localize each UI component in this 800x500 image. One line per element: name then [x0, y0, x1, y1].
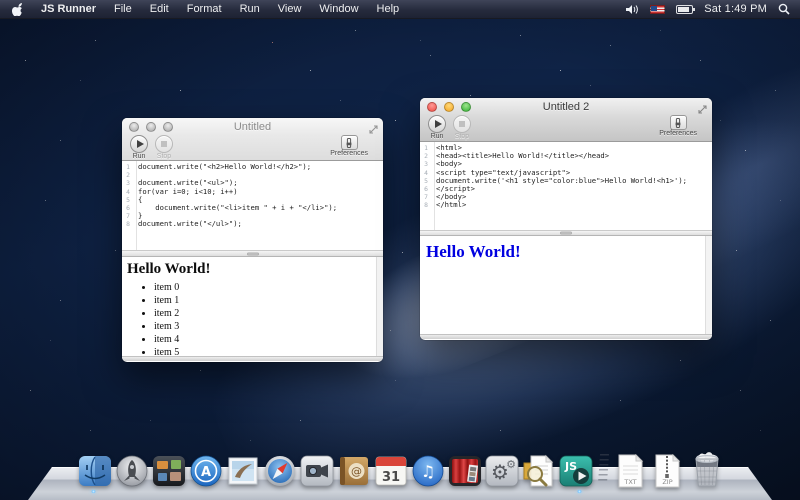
dock-item-facetime[interactable]: [300, 454, 334, 488]
menu-clock[interactable]: Sat 1:49 PM: [704, 3, 767, 15]
dock-item-app-store[interactable]: A: [189, 454, 223, 488]
menu-view[interactable]: View: [269, 3, 311, 15]
battery-icon[interactable]: [676, 5, 693, 14]
code-line: 8</html>: [420, 201, 712, 209]
output-list-item: item 5: [154, 346, 383, 356]
play-icon: [137, 140, 144, 148]
stop-icon: [459, 121, 466, 128]
dock-item-mail[interactable]: [226, 454, 260, 488]
output-heading: Hello World!: [127, 261, 383, 278]
play-icon: [435, 120, 442, 128]
splitter-handle[interactable]: [560, 232, 572, 235]
bottom-bar: [122, 356, 383, 361]
svg-text:A: A: [201, 465, 211, 480]
dock-item-js-runner[interactable]: JS: [559, 454, 593, 488]
menu-bar: JS Runner FileEditFormatRunViewWindowHel…: [0, 0, 800, 19]
code-line: 8document.write("</ul>");: [122, 220, 383, 228]
run-button[interactable]: Run: [130, 135, 148, 160]
menu-list: FileEditFormatRunViewWindowHelp: [105, 3, 408, 15]
running-indicator-js-runner: [577, 490, 582, 493]
spotlight-icon[interactable]: [778, 3, 790, 15]
preferences-button[interactable]: Preferences: [659, 115, 697, 137]
output-heading: Hello World!: [426, 242, 712, 262]
dock-item-zip-archive[interactable]: ZIP: [650, 454, 684, 488]
stop-icon: [161, 141, 168, 148]
switch-icon: [672, 117, 684, 129]
output-pane: Hello World!: [420, 236, 712, 334]
dock-item-preview[interactable]: [522, 454, 556, 488]
window-title: Untitled: [122, 121, 383, 133]
running-indicator-finder: [91, 490, 96, 493]
menu-help[interactable]: Help: [368, 3, 409, 15]
code-editor[interactable]: 1<html>2<head><title>Hello World!</title…: [420, 142, 712, 230]
titlebar[interactable]: Untitled: [122, 118, 383, 135]
scrollbar-track[interactable]: [705, 236, 712, 334]
output-list-item: item 0: [154, 281, 383, 294]
scrollbar-track[interactable]: [376, 257, 383, 356]
output-list-item: item 4: [154, 333, 383, 346]
toolbar: Run Stop Preferences: [122, 135, 383, 161]
apple-menu-icon[interactable]: [10, 0, 32, 18]
dock-item-mission-control[interactable]: [152, 454, 186, 488]
volume-icon[interactable]: [626, 4, 639, 15]
titlebar[interactable]: Untitled 2: [420, 98, 712, 115]
switch-icon: [343, 137, 355, 149]
dock-item-txt-document[interactable]: TXT: [613, 454, 647, 488]
output-list-item: item 3: [154, 320, 383, 333]
window-chrome: Untitled 2 Run Stop Preferences: [420, 98, 712, 142]
input-us-flag-icon[interactable]: [650, 5, 665, 14]
preferences-button[interactable]: Preferences: [330, 135, 368, 157]
dock-item-system-preferences[interactable]: ⚙ ⚙: [485, 454, 519, 488]
code-line: 4for(var i=0; i<10; i++): [122, 188, 383, 196]
code-line: 2<head><title>Hello World!</title></head…: [420, 152, 712, 160]
dock-item-ical[interactable]: 31: [374, 454, 408, 488]
code-line: 1document.write("<h2>Hello World!</h2>")…: [122, 163, 383, 171]
dock-item-launchpad[interactable]: [115, 454, 149, 488]
code-line: 6 document.write("<li>item " + i + "</li…: [122, 204, 383, 212]
bottom-bar: [420, 334, 712, 339]
window-title: Untitled 2: [420, 101, 712, 113]
dock: A @: [28, 448, 772, 500]
svg-text:@: @: [351, 465, 362, 478]
dock-separator: [595, 454, 611, 484]
stop-button: Stop: [453, 115, 471, 140]
svg-text:♫: ♫: [421, 462, 435, 481]
menu-window[interactable]: Window: [310, 3, 367, 15]
output-list-item: item 2: [154, 307, 383, 320]
svg-text:TXT: TXT: [623, 478, 636, 486]
dock-item-trash[interactable]: [687, 450, 727, 488]
dock-item-itunes[interactable]: ♫: [411, 454, 445, 488]
menu-edit[interactable]: Edit: [141, 3, 178, 15]
svg-text:31: 31: [382, 470, 400, 485]
svg-text:⚙: ⚙: [506, 458, 516, 471]
window-untitled-2: Untitled 2 Run Stop Preferences: [420, 98, 712, 340]
window-chrome: Untitled Run Stop Preferences: [122, 118, 383, 161]
splitter-handle[interactable]: [247, 252, 259, 255]
output-list-item: item 1: [154, 294, 383, 307]
toolbar: Run Stop Preferences: [420, 115, 712, 141]
stop-button: Stop: [155, 135, 173, 160]
svg-text:ZIP: ZIP: [662, 478, 672, 486]
menu-format[interactable]: Format: [178, 3, 231, 15]
splitter[interactable]: [122, 250, 383, 257]
app-menu-title[interactable]: JS Runner: [32, 3, 105, 15]
dock-item-safari[interactable]: [263, 454, 297, 488]
output-pane: Hello World! item 0item 1item 2item 3ite…: [122, 257, 383, 356]
output-list: item 0item 1item 2item 3item 4item 5: [122, 281, 383, 356]
code-editor[interactable]: 1document.write("<h2>Hello World!</h2>")…: [122, 161, 383, 250]
desktop: JS Runner FileEditFormatRunViewWindowHel…: [0, 0, 800, 500]
menu-run[interactable]: Run: [231, 3, 269, 15]
run-button[interactable]: Run: [428, 115, 446, 140]
dock-item-photo-booth[interactable]: [448, 454, 482, 488]
menu-file[interactable]: File: [105, 3, 141, 15]
dock-item-finder[interactable]: [78, 454, 112, 488]
window-untitled: Untitled Run Stop Preferences: [122, 118, 383, 362]
dock-item-address-book[interactable]: @: [337, 454, 371, 488]
